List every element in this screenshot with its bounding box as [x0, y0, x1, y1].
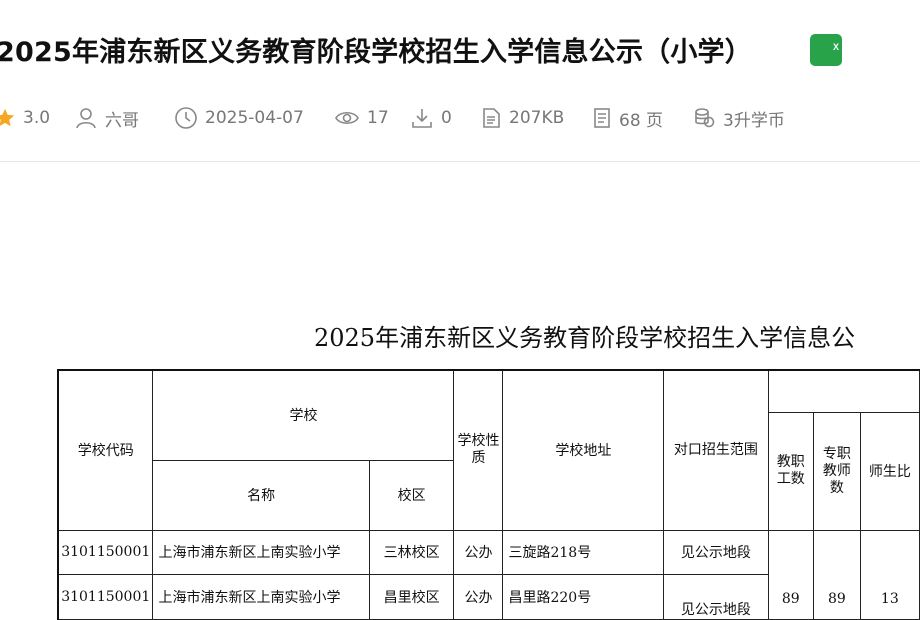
page-title: 2025年浦东新区义务教育阶段学校招生入学信息公示（小学） [0, 37, 752, 68]
date-value: 2025-04-07 [205, 108, 304, 128]
cell-staff: 89 [767, 529, 815, 620]
upload-date: 2025-04-07 [174, 100, 304, 136]
divider [0, 161, 920, 162]
excel-file-icon: X [810, 34, 842, 66]
cell-ratio: 13 [859, 529, 920, 620]
price-value: 3升学币 [723, 110, 785, 131]
header-range: 对口招生范围 [663, 369, 769, 531]
cell-address: 昌里路220号 [502, 573, 665, 620]
downloads-count: 0 [441, 108, 452, 128]
cell-campus: 昌里校区 [368, 573, 455, 620]
star-icon [0, 108, 15, 127]
downloads: 0 [410, 100, 452, 136]
cell-name: 上海市浦东新区上南实验小学 [152, 573, 370, 620]
size-value: 207KB [509, 108, 565, 128]
meta-bar: 3.0 六哥 2025-04-07 17 0 207KB 68 页 3升学币 [0, 100, 920, 136]
header-group [767, 369, 920, 413]
cell-nature: 公办 [453, 529, 504, 575]
eye-icon [335, 111, 359, 125]
rating-value: 3.0 [23, 108, 51, 128]
author[interactable]: 六哥 [74, 100, 139, 136]
page-count: 68 页 [592, 100, 663, 136]
cell-campus: 三林校区 [368, 529, 455, 575]
header-code: 学校代码 [57, 369, 154, 531]
cell-code: 3101150001 [57, 529, 154, 575]
header-nature: 学校性质 [453, 369, 504, 531]
cell-name: 上海市浦东新区上南实验小学 [152, 529, 370, 575]
admission-table: 学校代码 学校 学校性质 学校地址 对口招生范围 教职工数 专职教师数 师生比 … [57, 369, 920, 620]
author-name: 六哥 [105, 110, 139, 131]
file-icon [483, 108, 500, 128]
pages-icon [594, 108, 610, 128]
header-address: 学校地址 [502, 369, 665, 531]
cell-range: 见公示地段 [663, 573, 769, 620]
cell-teachers: 89 [813, 529, 861, 620]
price: 3升学币 [692, 100, 785, 136]
file-size: 207KB [480, 100, 564, 136]
cell-address: 三旋路218号 [502, 529, 665, 575]
cell-nature: 公办 [453, 573, 504, 620]
sheet-title: 2025年浦东新区义务教育阶段学校招生入学信息公 [314, 324, 856, 352]
user-icon [76, 108, 96, 129]
header-ratio: 师生比 [859, 411, 920, 531]
clock-icon [175, 107, 197, 129]
views-count: 17 [367, 108, 389, 128]
pages-value: 68 页 [619, 110, 664, 131]
header-campus: 校区 [368, 459, 455, 531]
table-row: 3101150001 上海市浦东新区上南实验小学 三林校区 公办 三旋路218号… [57, 529, 920, 620]
header-name: 名称 [152, 459, 370, 531]
views: 17 [334, 100, 389, 136]
header-school: 学校 [152, 369, 455, 461]
cell-range: 见公示地段 [663, 529, 769, 575]
download-icon [412, 109, 432, 128]
coins-icon [695, 108, 715, 128]
header-teachers: 专职教师数 [813, 411, 861, 531]
cell-code: 3101150001 [57, 573, 154, 620]
rating: 3.0 [0, 100, 50, 136]
header-staff: 教职工数 [767, 411, 815, 531]
